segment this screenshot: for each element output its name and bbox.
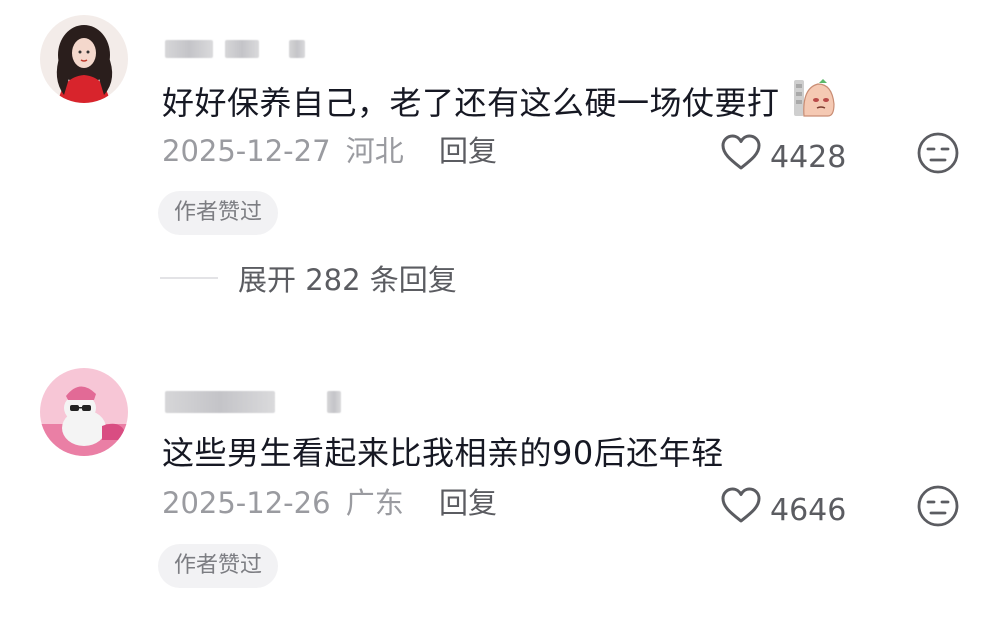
- comment-body: 这些男生看起来比我相亲的90后还年轻: [162, 434, 724, 472]
- author-liked-badge: 作者赞过: [158, 544, 279, 588]
- username-redacted[interactable]: [165, 38, 305, 60]
- neutral-face-icon[interactable]: [916, 131, 960, 175]
- comment-text: 这些男生看起来比我相亲的90后还年轻: [162, 431, 724, 475]
- heart-outline-icon: [720, 486, 762, 535]
- comment-text: 好好保养自己，老了还有这么硬一场仗要打: [162, 76, 836, 131]
- reply-button[interactable]: 回复: [439, 134, 497, 168]
- heart-outline-icon: [720, 133, 762, 182]
- comment-region: 广东: [345, 486, 404, 520]
- like-count: 4428: [770, 139, 847, 175]
- avatar[interactable]: [40, 368, 128, 456]
- comment-meta: 2025-12-27 河北 回复: [162, 131, 497, 171]
- expand-replies-label: 展开 282 条回复: [238, 263, 457, 297]
- expand-replies-button[interactable]: 展开 282 条回复: [160, 257, 457, 299]
- comment-region: 河北: [345, 134, 404, 168]
- like-button[interactable]: 4646: [720, 486, 846, 535]
- comment-body: 好好保养自己，老了还有这么硬一场仗要打: [162, 84, 780, 122]
- comment-date: 2025-12-27: [162, 134, 331, 168]
- reply-button[interactable]: 回复: [439, 486, 497, 520]
- divider: [160, 277, 218, 279]
- username-redacted[interactable]: [165, 391, 341, 413]
- like-button[interactable]: 4428: [720, 133, 846, 182]
- avatar[interactable]: [40, 15, 128, 103]
- comment-meta: 2025-12-26 广东 回复: [162, 483, 497, 523]
- comment-date: 2025-12-26: [162, 486, 331, 520]
- sweating-potato-sticker-icon: [792, 76, 836, 131]
- author-liked-badge: 作者赞过: [158, 191, 279, 235]
- like-count: 4646: [770, 492, 847, 528]
- neutral-face-icon[interactable]: [916, 484, 960, 528]
